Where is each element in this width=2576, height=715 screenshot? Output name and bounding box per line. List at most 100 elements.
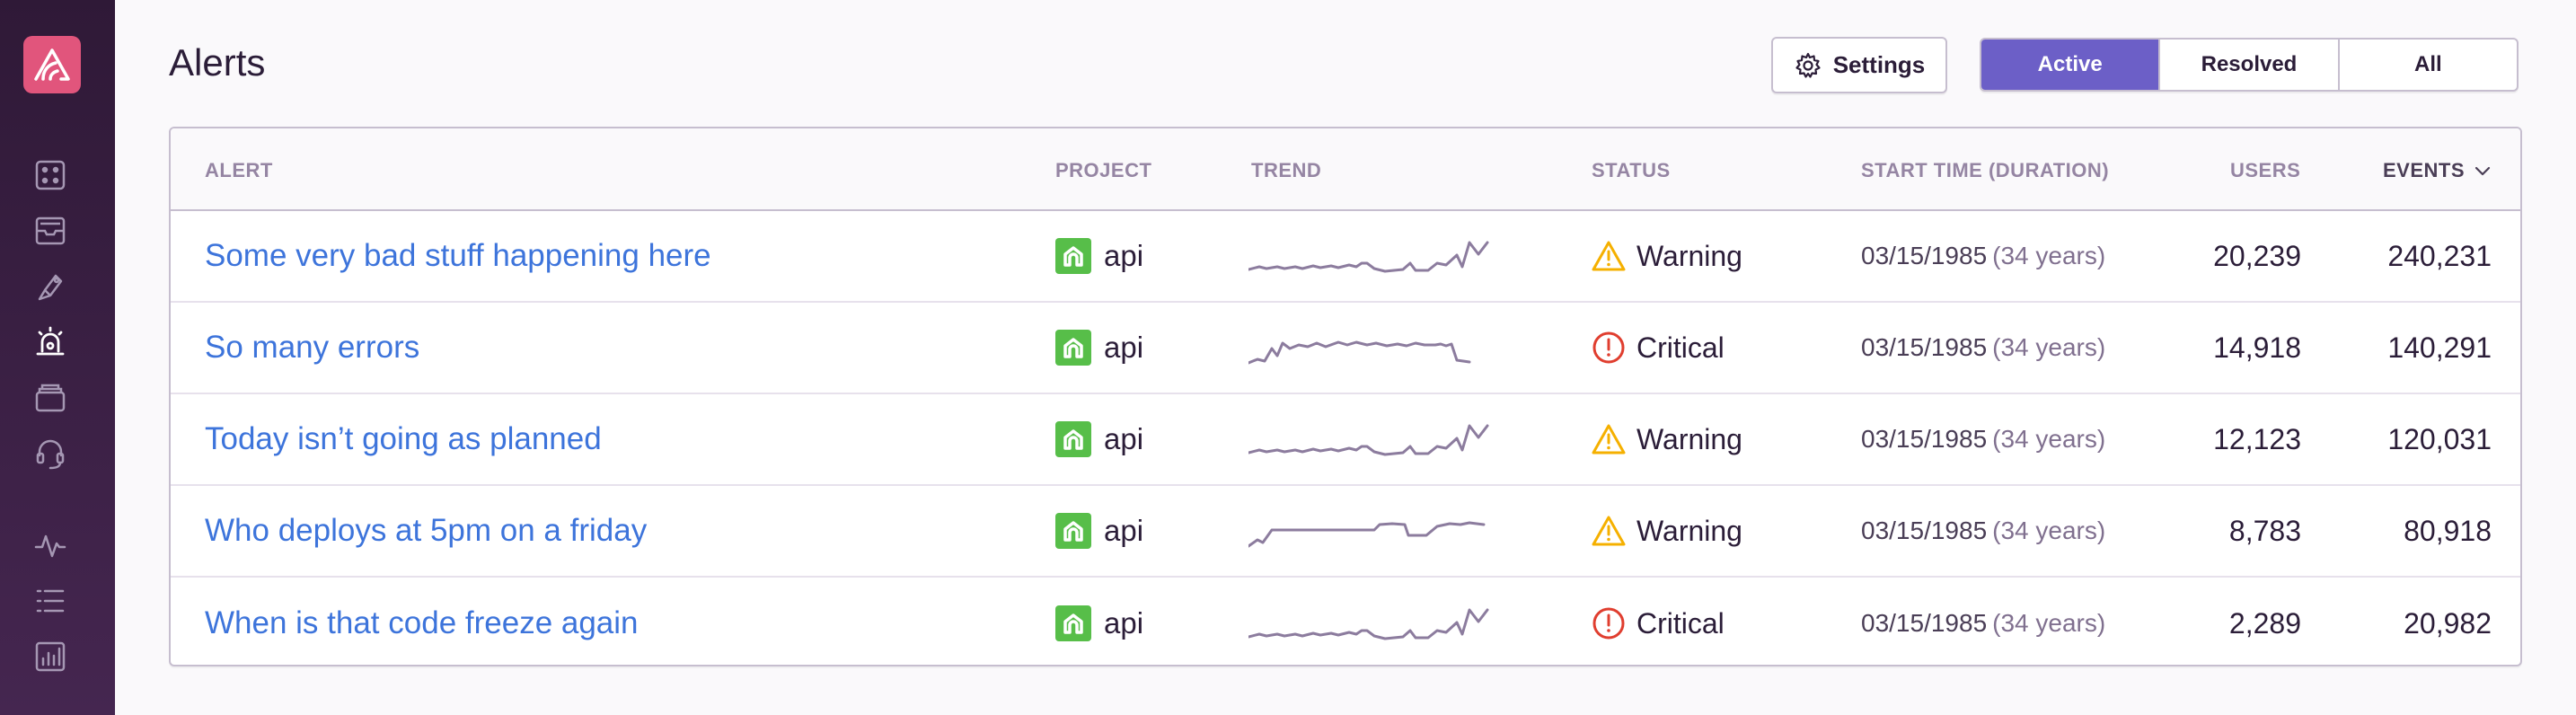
trend-sparkline [1248,303,1493,393]
project-badge-icon [1055,605,1091,641]
start-date: 03/15/1985 [1861,333,1988,361]
page-title: Alerts [169,41,266,84]
status-cell: Critical [1592,303,1725,393]
filter-all[interactable]: All [2337,40,2517,90]
project-name[interactable]: api [1104,514,1143,548]
events-count: 240,231 [2387,239,2492,272]
project-cell: api [1055,394,1143,484]
settings-label: Settings [1832,51,1926,78]
status-cell: Warning [1592,394,1742,484]
duration: (34 years) [1992,516,2106,544]
project-cell: api [1055,303,1143,393]
issues-icon[interactable] [31,211,70,251]
users-count: 8,783 [2228,514,2301,547]
warning-icon [1592,516,1626,546]
list-icon[interactable] [31,581,70,621]
users-count: 20,239 [2213,239,2301,272]
sentry-logo[interactable] [23,36,81,93]
table-row: So many errors api Critical 03/15/1985 (… [171,303,2520,394]
archive-icon[interactable] [31,378,70,418]
status-filter: Active Resolved All [1980,38,2519,92]
events-count: 20,982 [2404,606,2492,640]
users-count: 12,123 [2213,422,2301,455]
project-cell: api [1055,486,1143,576]
events-count: 80,918 [2404,514,2492,547]
trend-sparkline [1248,578,1493,665]
critical-icon [1592,607,1625,640]
releases-icon[interactable] [31,267,70,306]
trend-sparkline [1248,211,1493,301]
project-name[interactable]: api [1104,422,1143,456]
alert-link[interactable]: When is that code freeze again [205,605,639,641]
status-cell: Critical [1592,578,1725,665]
column-project[interactable]: Project [1055,159,1151,182]
warning-icon [1592,424,1626,455]
project-name[interactable]: api [1104,331,1143,365]
activity-icon[interactable] [31,525,70,565]
column-trend: Trend [1251,159,1322,181]
start-date: 03/15/1985 [1861,425,1988,453]
project-badge-icon [1055,330,1091,366]
column-users[interactable]: Users [2230,159,2300,182]
filter-resolved[interactable]: Resolved [2158,40,2337,90]
start-time-cell: 03/15/1985 (34 years) [1861,303,2105,393]
project-cell: api [1055,578,1143,665]
table-row: Some very bad stuff happening here api W… [171,211,2520,303]
alert-link[interactable]: Some very bad stuff happening here [205,238,711,274]
column-alert[interactable]: Alert [205,159,273,182]
project-name[interactable]: api [1104,239,1143,273]
start-time-cell: 03/15/1985 (34 years) [1861,486,2105,576]
start-date: 03/15/1985 [1861,242,1988,269]
column-events[interactable]: Events [2383,159,2492,182]
duration: (34 years) [1992,333,2106,361]
alert-link[interactable]: Who deploys at 5pm on a friday [205,513,647,549]
project-name[interactable]: api [1104,606,1143,640]
start-time-cell: 03/15/1985 (34 years) [1861,578,2106,665]
column-status[interactable]: Status [1592,159,1671,182]
gear-icon [1795,52,1821,78]
critical-icon [1592,331,1625,364]
support-icon[interactable] [31,434,70,473]
duration: (34 years) [1992,425,2106,453]
alerts-icon[interactable] [31,322,70,362]
status-cell: Warning [1592,211,1742,301]
project-badge-icon [1055,513,1091,549]
table-header: Alert Project Trend Status Start Time (D… [171,128,2520,211]
duration: (34 years) [1992,242,2106,269]
chevron-down-icon [2475,166,2491,176]
filter-active[interactable]: Active [1981,40,2159,90]
main-content: Alerts Settings Active Resolved All Aler… [115,0,2576,715]
start-time-cell: 03/15/1985 (34 years) [1861,394,2105,484]
sidebar [0,0,115,715]
status-cell: Warning [1592,486,1742,576]
project-badge-icon [1055,421,1091,457]
settings-button[interactable]: Settings [1771,37,1947,93]
table-row: When is that code freeze again api Criti… [171,578,2520,665]
start-time-cell: 03/15/1985 (34 years) [1861,211,2105,301]
events-count: 140,291 [2387,331,2492,364]
alert-link[interactable]: So many errors [205,330,419,366]
start-date: 03/15/1985 [1861,609,1988,637]
project-cell: api [1055,211,1143,301]
table-row: Today isn’t going as planned api Warning… [171,394,2520,486]
column-events-label: Events [2383,159,2466,181]
column-start-time[interactable]: Start Time (Duration) [1861,159,2109,182]
stats-icon[interactable] [31,637,70,676]
status-label: Warning [1636,239,1742,272]
trend-sparkline [1248,486,1493,576]
project-badge-icon [1055,238,1091,274]
users-count: 2,289 [2228,606,2301,640]
users-count: 14,918 [2213,331,2301,364]
alert-link[interactable]: Today isn’t going as planned [205,421,602,457]
events-count: 120,031 [2387,422,2492,455]
status-label: Warning [1636,422,1742,455]
status-label: Critical [1636,606,1725,640]
status-label: Warning [1636,514,1742,547]
duration: (34 years) [1992,609,2106,637]
projects-icon[interactable] [31,155,70,195]
alerts-table: Alert Project Trend Status Start Time (D… [169,127,2522,666]
table-row: Who deploys at 5pm on a friday api Warni… [171,486,2520,578]
warning-icon [1592,241,1626,271]
status-label: Critical [1636,331,1725,364]
start-date: 03/15/1985 [1861,516,1988,544]
